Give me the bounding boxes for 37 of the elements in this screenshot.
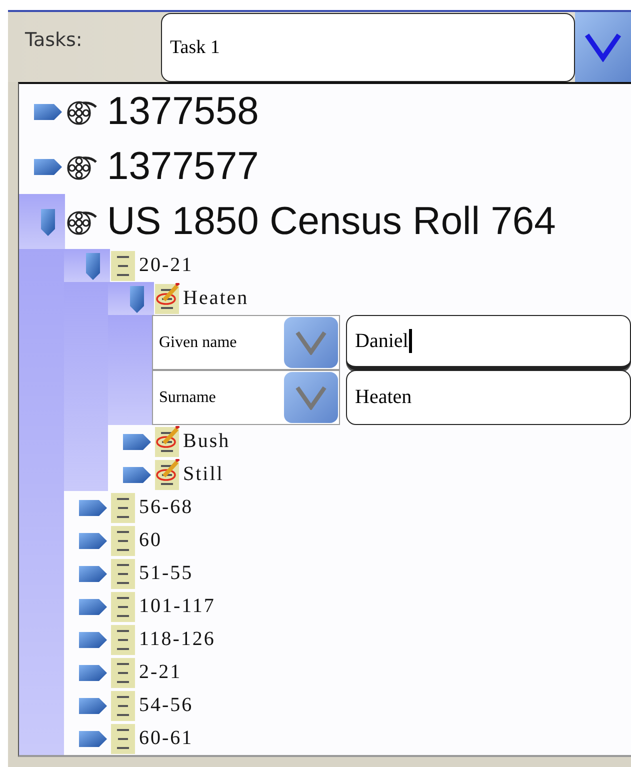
tree-item-label[interactable]: 20-21	[139, 254, 194, 277]
tasks-label: Tasks:	[24, 28, 84, 53]
tree-item-label[interactable]: 1377577	[107, 144, 259, 188]
tree-item-label[interactable]: Heaten	[183, 287, 249, 310]
field-name-dropdown[interactable]: Given name	[152, 315, 340, 370]
record-edit-icon	[154, 458, 180, 490]
page-icon	[110, 722, 136, 754]
field-value-input[interactable]: Daniel	[346, 315, 631, 370]
chevron-down-icon	[294, 384, 328, 410]
tree-item-label[interactable]: 1377558	[107, 90, 259, 134]
field-value-input[interactable]: Heaten	[346, 370, 631, 425]
page-icon	[110, 492, 136, 524]
chevron-down-icon	[294, 330, 328, 356]
page-icon	[110, 524, 136, 556]
tree-item-label[interactable]: Bush	[183, 430, 230, 453]
tree-item-label[interactable]: 51-55	[139, 562, 194, 585]
tree-item-label[interactable]: US 1850 Census Roll 764	[107, 200, 556, 244]
tree-item-label[interactable]: 60	[139, 529, 162, 552]
page-icon	[110, 656, 136, 688]
page-icon	[110, 624, 136, 656]
page-icon	[110, 558, 136, 590]
tree-item-label[interactable]: 60-61	[139, 727, 194, 750]
tree-item-label[interactable]: 2-21	[139, 661, 182, 684]
record-edit-icon	[154, 426, 180, 458]
task-select-field[interactable]: Task 1	[161, 13, 575, 82]
tree-item-label[interactable]: 101-117	[139, 595, 216, 618]
task-dropdown-button[interactable]	[575, 12, 631, 82]
tree-item-label[interactable]: 54-56	[139, 694, 194, 717]
page-icon	[110, 690, 136, 722]
chevron-down-icon	[583, 32, 623, 62]
page-icon	[110, 250, 136, 282]
record-edit-icon	[154, 282, 180, 314]
page-icon	[110, 590, 136, 622]
field-name-dropdown[interactable]: Surname	[152, 370, 340, 425]
tree-item-label[interactable]: 118-126	[139, 628, 216, 651]
tree-item-label[interactable]: 56-68	[139, 496, 194, 519]
tree-item-label[interactable]: Still	[183, 463, 224, 486]
